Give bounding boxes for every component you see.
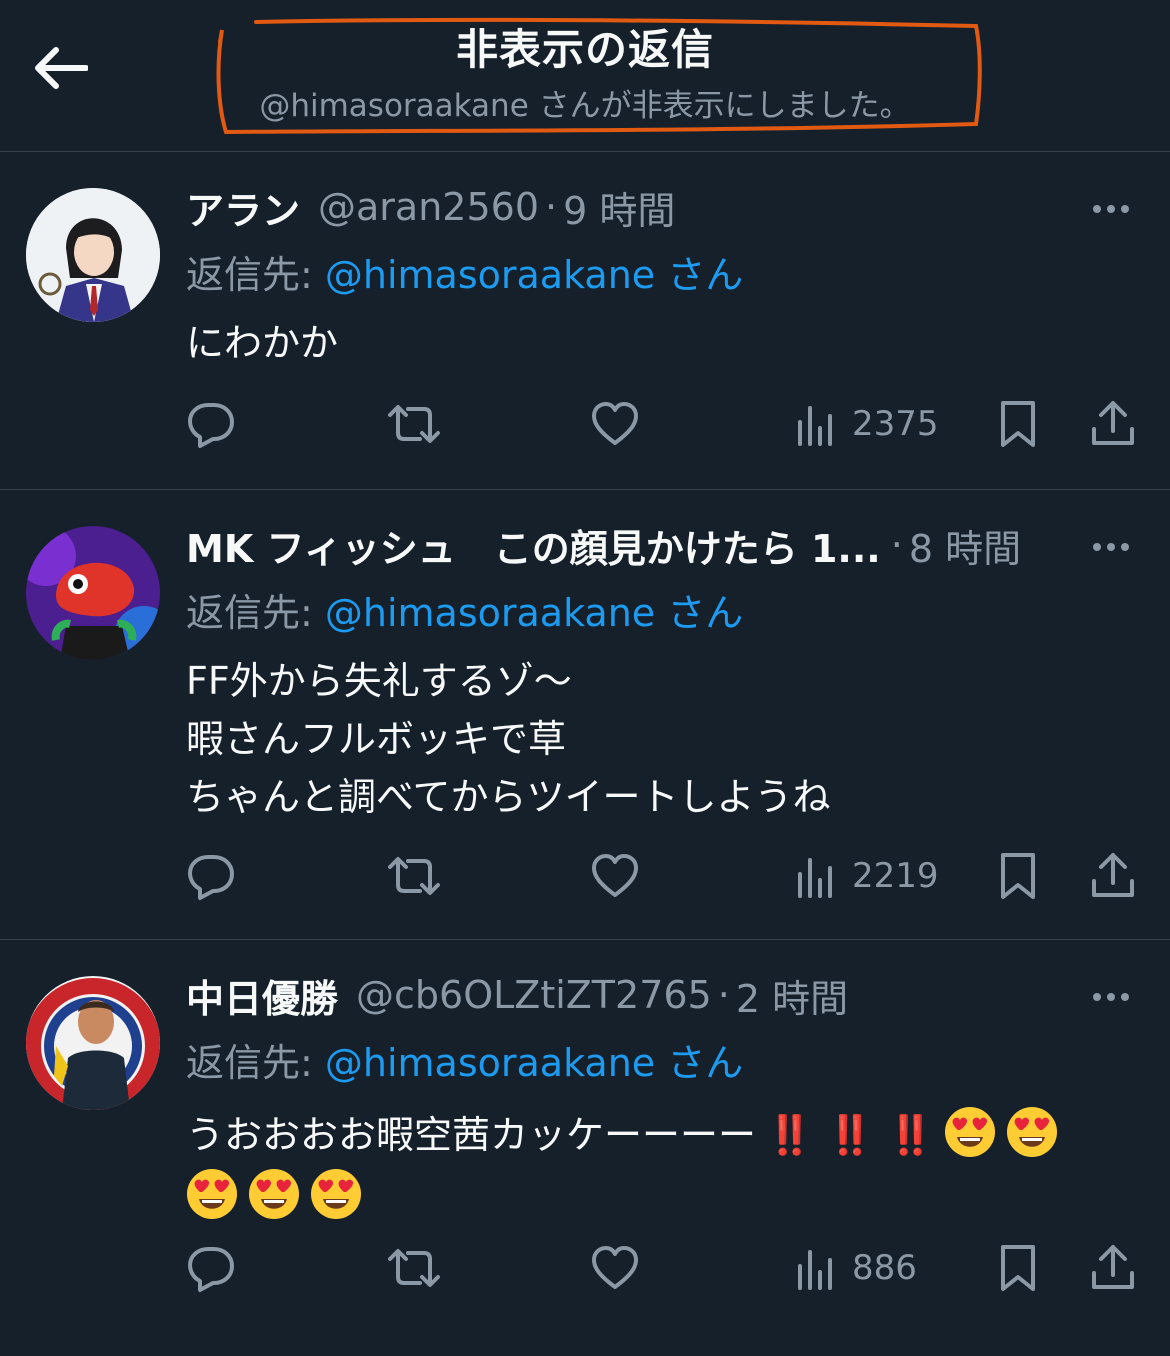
mention-link[interactable]: @himasoraakane さん xyxy=(325,591,743,635)
reply-icon xyxy=(188,1247,234,1292)
reply-prefix: 返信先: xyxy=(186,253,325,297)
double-exclamation-marks: ‼️ ‼️ ‼️ xyxy=(766,1113,935,1157)
bookmark-button[interactable] xyxy=(998,846,1038,906)
retweet-icon xyxy=(388,405,440,443)
timestamp[interactable]: 9 時間 xyxy=(563,182,675,233)
bookmark-button[interactable] xyxy=(998,1238,1038,1298)
views-button[interactable]: 886 xyxy=(796,1238,917,1298)
username[interactable]: @aran2560 xyxy=(318,185,539,229)
share-button[interactable] xyxy=(1090,846,1136,906)
like-button[interactable] xyxy=(590,394,640,454)
retweet-icon xyxy=(388,857,440,895)
display-name[interactable]: 中日優勝 xyxy=(186,970,338,1021)
action-bar: 2219 xyxy=(0,846,1170,906)
bookmark-button[interactable] xyxy=(998,394,1038,454)
views-icon xyxy=(798,1250,832,1290)
tweet-text-line: ちゃんと調べてからツイートしようね xyxy=(186,775,831,819)
top-bar: 非表示の返信 @himasoraakane さんが非表示にしました。 xyxy=(0,0,1170,152)
timestamp[interactable]: 8 時間 xyxy=(909,520,1021,571)
more-icon xyxy=(1093,543,1101,551)
share-button[interactable] xyxy=(1090,1238,1136,1298)
highlight-annotation xyxy=(216,17,982,134)
like-icon xyxy=(592,1246,638,1289)
more-button[interactable] xyxy=(1086,982,1136,1012)
reply-context: 返信先: @himasoraakane さん xyxy=(186,1032,743,1087)
more-icon xyxy=(1093,205,1101,213)
share-icon xyxy=(1092,401,1134,445)
retweet-icon xyxy=(388,1249,440,1287)
views-icon xyxy=(798,406,832,446)
like-button[interactable] xyxy=(590,1238,640,1298)
views-button[interactable]: 2375 xyxy=(796,394,939,454)
bookmark-icon xyxy=(1001,401,1035,447)
emoji-group xyxy=(944,1107,1068,1157)
share-button[interactable] xyxy=(1090,394,1136,454)
separator: · xyxy=(545,185,558,229)
heart-eyes-emoji xyxy=(1007,1107,1058,1157)
more-button[interactable] xyxy=(1086,532,1136,562)
tweet-text-main: うおおおお暇空茜カッケーーーー xyxy=(186,1113,757,1157)
views-count: 886 xyxy=(852,1248,917,1288)
tweet-header: MK フィッシュ この顔見かけたら 1... · 8 時間 xyxy=(186,520,1130,570)
username[interactable]: @cb6OLZtiZT2765 xyxy=(356,973,712,1017)
heart-eyes-emoji xyxy=(311,1169,361,1219)
retweet-button[interactable] xyxy=(386,394,442,454)
heart-eyes-emoji xyxy=(249,1169,299,1219)
emoji-group xyxy=(186,1166,1140,1228)
reply-prefix: 返信先: xyxy=(186,1041,325,1085)
like-button[interactable] xyxy=(590,846,640,906)
reply-context: 返信先: @himasoraakane さん xyxy=(186,582,743,637)
mention-link[interactable]: @himasoraakane さん xyxy=(325,253,743,297)
action-bar: 2375 xyxy=(0,394,1170,454)
share-icon xyxy=(1092,1245,1134,1289)
reply-icon xyxy=(188,855,234,900)
more-icon xyxy=(1093,993,1101,1001)
reply-button[interactable] xyxy=(186,394,236,454)
tweet-header: アラン @aran2560 · 9 時間 xyxy=(186,182,1130,232)
tweet-text-line: 暇さんフルボッキで草 xyxy=(186,717,567,761)
tweet-text: にわかか xyxy=(186,314,1140,372)
reply-button[interactable] xyxy=(186,1238,236,1298)
retweet-button[interactable] xyxy=(386,846,442,906)
mention-link[interactable]: @himasoraakane さん xyxy=(325,1041,743,1085)
bookmark-icon xyxy=(1001,853,1035,899)
bookmark-icon xyxy=(1001,1245,1035,1291)
tweet-text-line: うおおおお暇空茜カッケーーーー ‼️ ‼️ ‼️ xyxy=(186,1104,1140,1166)
like-icon xyxy=(592,402,638,445)
separator: · xyxy=(890,523,903,567)
retweet-button[interactable] xyxy=(386,1238,442,1298)
action-bar: 886 xyxy=(0,1238,1170,1298)
views-icon xyxy=(798,858,832,898)
share-icon xyxy=(1092,853,1134,897)
reply-context: 返信先: @himasoraakane さん xyxy=(186,244,743,299)
timestamp[interactable]: 2 時間 xyxy=(736,970,848,1021)
reply-prefix: 返信先: xyxy=(186,591,325,635)
reply-tweet[interactable]: アラン @aran2560 · 9 時間 返信先: @himasoraakane… xyxy=(0,152,1170,490)
reply-tweet[interactable]: 中日優勝 @cb6OLZtiZT2765 · 2 時間 返信先: @himaso… xyxy=(0,940,1170,1356)
tweet-text: うおおおお暇空茜カッケーーーー ‼️ ‼️ ‼️ xyxy=(186,1104,1140,1228)
display-name[interactable]: MK フィッシュ この顔見かけたら 1... xyxy=(186,520,881,571)
tweet-text-line: FF外から失礼するゾ〜 xyxy=(186,659,572,703)
tweet-header: 中日優勝 @cb6OLZtiZT2765 · 2 時間 xyxy=(186,970,1130,1020)
reply-tweet[interactable]: MK フィッシュ この顔見かけたら 1... · 8 時間 返信先: @hima… xyxy=(0,490,1170,940)
more-button[interactable] xyxy=(1086,194,1136,224)
views-button[interactable]: 2219 xyxy=(796,846,939,906)
views-count: 2219 xyxy=(852,856,939,896)
separator: · xyxy=(717,973,730,1017)
tweet-text: FF外から失礼するゾ〜 暇さんフルボッキで草 ちゃんと調べてからツイートしようね xyxy=(186,652,1140,826)
views-count: 2375 xyxy=(852,404,939,444)
avatar[interactable] xyxy=(26,526,160,660)
display-name[interactable]: アラン xyxy=(186,182,300,233)
tweet-text-line: にわかか xyxy=(186,321,339,365)
reply-button[interactable] xyxy=(186,846,236,906)
like-icon xyxy=(592,854,638,897)
heart-eyes-emoji xyxy=(187,1169,237,1219)
avatar[interactable] xyxy=(26,188,160,322)
avatar[interactable] xyxy=(26,976,160,1110)
reply-icon xyxy=(188,403,234,448)
heart-eyes-emoji xyxy=(945,1107,996,1157)
